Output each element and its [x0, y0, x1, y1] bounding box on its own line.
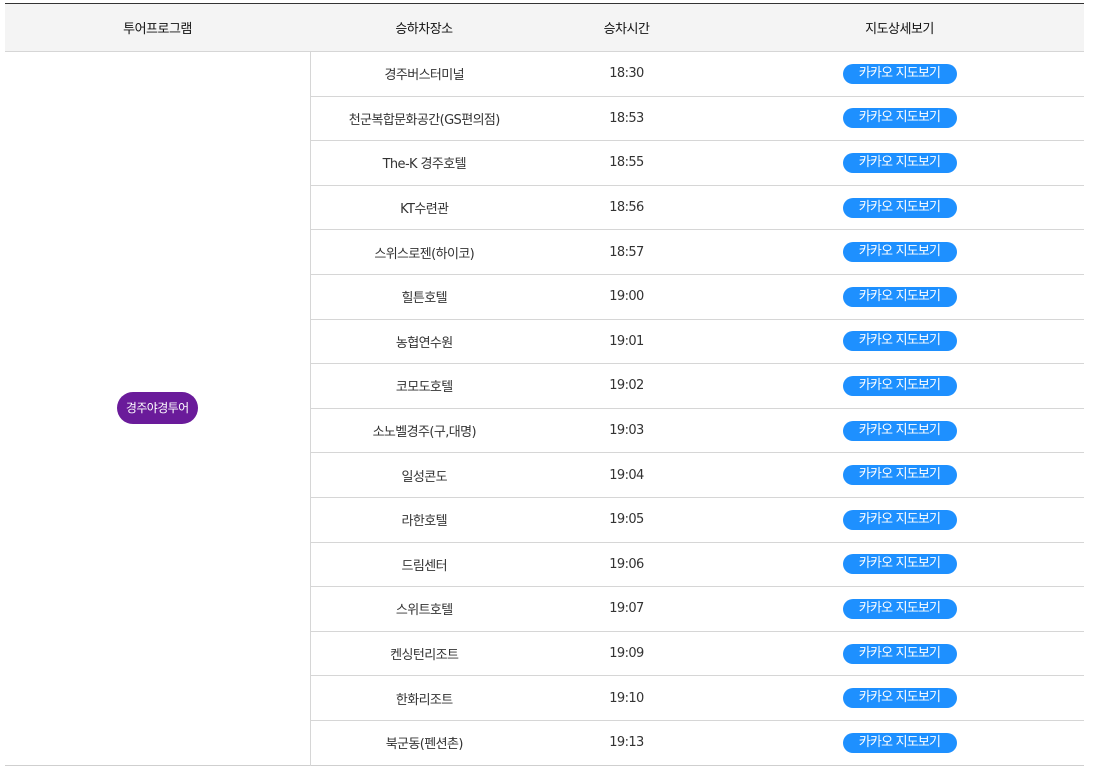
kakao-map-button[interactable]: 카카오 지도보기	[842, 108, 957, 129]
stop-place: 농협연수원	[310, 319, 538, 365]
map-cell: 카카오 지도보기	[715, 675, 1084, 721]
boarding-time: 18:53	[538, 96, 715, 142]
header-tour-program: 투어프로그램	[5, 3, 310, 52]
kakao-map-button[interactable]: 카카오 지도보기	[842, 509, 957, 530]
table-header-row: 투어프로그램 승하차장소 승차시간 지도상세보기	[5, 3, 1084, 52]
kakao-map-button[interactable]: 카카오 지도보기	[842, 242, 957, 263]
stop-place: 한화리조트	[310, 675, 538, 721]
map-cell: 카카오 지도보기	[715, 51, 1084, 97]
boarding-time: 19:06	[538, 542, 715, 588]
map-cell: 카카오 지도보기	[715, 363, 1084, 409]
stop-place: 드림센터	[310, 542, 538, 588]
bus-stop-table: 투어프로그램 승하차장소 승차시간 지도상세보기 경주야경투어 경주버스터미널 18…	[5, 3, 1084, 766]
map-cell: 카카오 지도보기	[715, 542, 1084, 588]
boarding-time: 19:09	[538, 631, 715, 677]
boarding-time: 19:07	[538, 586, 715, 632]
kakao-map-button[interactable]: 카카오 지도보기	[842, 152, 957, 173]
kakao-map-button[interactable]: 카카오 지도보기	[842, 732, 957, 753]
map-cell: 카카오 지도보기	[715, 497, 1084, 543]
map-cell: 카카오 지도보기	[715, 140, 1084, 186]
header-stop-place: 승하차장소	[310, 3, 538, 52]
map-cell: 카카오 지도보기	[715, 319, 1084, 365]
kakao-map-button[interactable]: 카카오 지도보기	[842, 375, 957, 396]
map-cell: 카카오 지도보기	[715, 720, 1084, 765]
map-cell: 카카오 지도보기	[715, 631, 1084, 677]
kakao-map-button[interactable]: 카카오 지도보기	[842, 420, 957, 441]
kakao-map-button[interactable]: 카카오 지도보기	[842, 598, 957, 619]
kakao-map-button[interactable]: 카카오 지도보기	[842, 465, 957, 486]
table-row: 경주야경투어 경주버스터미널 18:30 카카오 지도보기	[5, 51, 1084, 765]
tour-program-badge: 경주야경투어	[116, 392, 198, 425]
boarding-time: 19:13	[609, 735, 644, 751]
boarding-time: 19:10	[538, 675, 715, 721]
stop-place: 힐튼호텔	[310, 274, 538, 320]
kakao-map-button[interactable]: 카카오 지도보기	[842, 63, 957, 84]
map-cell: 카카오 지도보기	[715, 185, 1084, 231]
stop-place: 천군복합문화공간(GS편의점)	[310, 96, 538, 142]
table-header: 투어프로그램 승하차장소 승차시간 지도상세보기	[5, 3, 1084, 52]
map-cell: 카카오 지도보기	[715, 586, 1084, 632]
kakao-map-button[interactable]: 카카오 지도보기	[842, 643, 957, 664]
stop-place: 일성콘도	[310, 452, 538, 498]
header-map-detail: 지도상세보기	[715, 3, 1084, 52]
boarding-time: 19:01	[538, 319, 715, 365]
stop-place: The-K 경주호텔	[310, 140, 538, 186]
stop-place: KT수련관	[310, 185, 538, 231]
kakao-map-button[interactable]: 카카오 지도보기	[842, 554, 957, 575]
stop-place: 라한호텔	[310, 497, 538, 543]
map-cell: 카카오 지도보기	[715, 274, 1084, 320]
kakao-map-button[interactable]: 카카오 지도보기	[842, 331, 957, 352]
boarding-time: 18:57	[538, 229, 715, 275]
stop-place: 코모도호텔	[310, 363, 538, 409]
stop-place: 스위트호텔	[310, 586, 538, 632]
stop-place: 소노벨경주(구,대명)	[310, 408, 538, 454]
boarding-time: 18:30	[538, 51, 715, 97]
map-cell: 카카오 지도보기	[715, 408, 1084, 454]
kakao-map-button[interactable]: 카카오 지도보기	[842, 688, 957, 709]
stop-place: 경주버스터미널	[310, 51, 538, 97]
boarding-time: 19:04	[538, 452, 715, 498]
boarding-time: 19:00	[538, 274, 715, 320]
map-cell: 카카오 지도보기	[715, 96, 1084, 142]
kakao-map-button[interactable]: 카카오 지도보기	[842, 286, 957, 307]
bus-stop-table-container: 투어프로그램 승하차장소 승차시간 지도상세보기 경주야경투어 경주버스터미널 18…	[5, 3, 1084, 766]
stop-place: 켄싱턴리조트	[310, 631, 538, 677]
tour-program-cell: 경주야경투어	[5, 51, 311, 765]
stop-place: 스위스로젠(하이코)	[310, 229, 538, 275]
table-body: 경주야경투어 경주버스터미널 18:30 카카오 지도보기 천군복합문화공간(GS편의점…	[5, 51, 1084, 765]
header-boarding-time: 승차시간	[538, 3, 715, 52]
stop-place: 북군동(펜션촌)	[385, 737, 464, 753]
boarding-time: 19:02	[538, 363, 715, 409]
boarding-time: 19:03	[538, 408, 715, 454]
kakao-map-button[interactable]: 카카오 지도보기	[842, 197, 957, 218]
map-cell: 카카오 지도보기	[715, 452, 1084, 498]
boarding-time: 18:55	[538, 140, 715, 186]
map-cell: 카카오 지도보기	[715, 229, 1084, 275]
boarding-time: 18:56	[538, 185, 715, 231]
boarding-time: 19:05	[538, 497, 715, 543]
